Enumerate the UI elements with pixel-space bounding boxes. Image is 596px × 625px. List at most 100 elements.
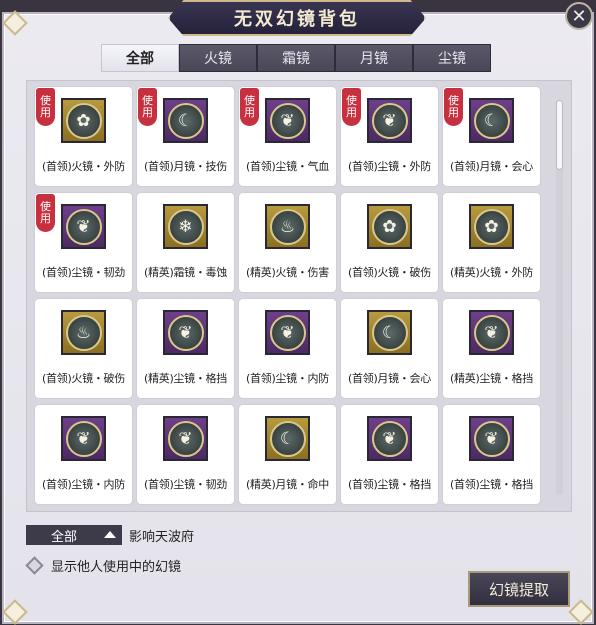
mirror-item-label: (首领)月镜・会心 (348, 372, 431, 385)
mirror-icon-frame: ❦ (265, 310, 310, 355)
mirror-icon-frame: ❦ (61, 204, 106, 249)
mirror-item-card[interactable]: 使用 ❦ (首领)尘镜・气血 (239, 87, 336, 186)
crescent-moon-icon: ☾ (167, 102, 204, 139)
mirror-icon-frame: ☾ (265, 416, 310, 461)
mirror-item-card[interactable]: ❄ (精英)霜镜・毒蚀 (137, 193, 234, 292)
mirror-item-card[interactable]: ✿ (首领)火镜・破伤 (341, 193, 438, 292)
dust-swirl-icon: ❦ (65, 208, 102, 245)
mirror-icon-frame: ❄ (163, 204, 208, 249)
mirror-item-label: (首领)尘镜・外防 (348, 160, 431, 173)
mirror-item-card[interactable]: ❦ (首领)尘镜・韧劲 (137, 405, 234, 504)
tab-1[interactable]: 火镜 (179, 44, 257, 72)
grid-scrollbar[interactable] (556, 100, 563, 495)
mirror-item-label: (精英)尘镜・格挡 (450, 372, 533, 385)
lotus-flame-icon: ✿ (371, 208, 408, 245)
show-others-label: 显示他人使用中的幻镜 (51, 560, 182, 575)
mirror-item-label: (精英)霜镜・毒蚀 (144, 266, 227, 279)
crescent-moon-icon: ☾ (473, 102, 510, 139)
flame-icon: ♨ (65, 314, 102, 351)
dust-swirl-icon: ❦ (167, 420, 204, 457)
mirror-icon-frame: ❦ (469, 416, 514, 461)
diamond-checkbox-icon[interactable] (25, 556, 44, 575)
extract-button-label: 幻镜提取 (488, 580, 549, 599)
flame-icon: ♨ (269, 208, 306, 245)
mirror-item-card[interactable]: ☾ (首领)月镜・会心 (341, 299, 438, 398)
lotus-flame-icon: ✿ (473, 208, 510, 245)
mirror-item-card[interactable]: ❦ (精英)尘镜・格挡 (137, 299, 234, 398)
mirror-icon-frame: ✿ (367, 204, 412, 249)
mirror-icon-frame: ☾ (469, 98, 514, 143)
dust-swirl-icon: ❦ (473, 314, 510, 351)
extract-mirror-button[interactable]: 幻镜提取 (468, 571, 570, 607)
mirror-item-card[interactable]: ☾ (精英)月镜・命中 (239, 405, 336, 504)
mirror-item-label: (首领)火镜・外防 (42, 160, 125, 173)
mirror-item-card[interactable]: ❦ (精英)尘镜・格挡 (443, 299, 540, 398)
mirror-item-label: (精英)火镜・外防 (450, 266, 533, 279)
mirror-icon-frame: ❦ (265, 98, 310, 143)
scroll-thumb[interactable] (556, 100, 563, 170)
dust-swirl-icon: ❦ (269, 314, 306, 351)
dust-swirl-icon: ❦ (371, 420, 408, 457)
mirror-icon-frame: ❦ (163, 416, 208, 461)
close-button[interactable]: ✕ (565, 2, 593, 30)
dust-swirl-icon: ❦ (269, 102, 306, 139)
mirror-item-card[interactable]: ♨ (精英)火镜・伤害 (239, 193, 336, 292)
window-title: 无双幻镜背包 (234, 9, 360, 30)
in-use-badge: 使用 (36, 194, 55, 232)
mirror-item-label: (首领)尘镜・韧劲 (42, 266, 125, 279)
mirror-item-card[interactable]: 使用 ☾ (首领)月镜・技伤 (137, 87, 234, 186)
in-use-badge: 使用 (240, 88, 259, 126)
tab-4[interactable]: 尘镜 (413, 44, 491, 72)
filter-selected-value: 全部 (51, 529, 78, 545)
mirror-icon-frame: ❦ (469, 310, 514, 355)
category-tabs: 全部 火镜 霜镜 月镜 尘镜 (101, 44, 491, 72)
in-use-badge: 使用 (444, 88, 463, 126)
mirror-item-label: (首领)尘镜・内防 (42, 478, 125, 491)
mirror-item-card[interactable]: 使用 ✿ (首领)火镜・外防 (35, 87, 132, 186)
mirror-item-card[interactable]: 使用 ❦ (首领)尘镜・韧劲 (35, 193, 132, 292)
mirror-item-label: (首领)尘镜・内防 (246, 372, 329, 385)
in-use-badge: 使用 (342, 88, 361, 126)
mirror-item-card[interactable]: 使用 ☾ (首领)月镜・会心 (443, 87, 540, 186)
in-use-badge: 使用 (36, 88, 55, 126)
mirror-icon-frame: ♨ (61, 310, 106, 355)
mirror-item-label: (精英)火镜・伤害 (246, 266, 329, 279)
mirror-icon-frame: ❦ (61, 416, 106, 461)
mirror-item-label: (首领)尘镜・格挡 (348, 478, 431, 491)
mirror-icon-frame: ❦ (367, 98, 412, 143)
item-grid: 使用 ✿ (首领)火镜・外防使用 ☾ (首领)月镜・技伤使用 ❦ (首领)尘镜・气血使用 ❦(… (35, 87, 550, 504)
mirror-item-card[interactable]: 使用 ❦ (首领)尘镜・外防 (341, 87, 438, 186)
mirror-item-label: (首领)尘镜・韧劲 (144, 478, 227, 491)
close-icon: ✕ (571, 5, 587, 27)
crescent-moon-icon: ☾ (269, 420, 306, 457)
crescent-moon-icon: ☾ (371, 314, 408, 351)
item-grid-area: 使用 ✿ (首领)火镜・外防使用 ☾ (首领)月镜・技伤使用 ❦ (首领)尘镜・气血使用 ❦(… (26, 80, 572, 512)
mirror-icon-frame: ✿ (469, 204, 514, 249)
mirror-item-card[interactable]: ❦ (首领)尘镜・内防 (239, 299, 336, 398)
mirror-icon-frame: ❦ (163, 310, 208, 355)
show-others-toggle[interactable]: 显示他人使用中的幻镜 (25, 556, 182, 575)
mirror-item-label: (首领)火镜・破伤 (42, 372, 125, 385)
mirror-item-card[interactable]: ✿ (精英)火镜・外防 (443, 193, 540, 292)
filter-select[interactable]: 全部 (26, 525, 122, 545)
filter-description: 影响天波府 (129, 530, 195, 545)
in-use-badge: 使用 (138, 88, 157, 126)
mirror-item-card[interactable]: ❦ (首领)尘镜・内防 (35, 405, 132, 504)
tab-2[interactable]: 霜镜 (257, 44, 335, 72)
tab-0[interactable]: 全部 (101, 44, 179, 72)
mirror-icon-frame: ♨ (265, 204, 310, 249)
mirror-icon-frame: ✿ (61, 98, 106, 143)
dust-swirl-icon: ❦ (65, 420, 102, 457)
mirror-item-label: (首领)尘镜・格挡 (450, 478, 533, 491)
mirror-icon-frame: ☾ (367, 310, 412, 355)
triangle-up-icon (104, 531, 116, 538)
mirror-icon-frame: ❦ (367, 416, 412, 461)
dust-swirl-icon: ❦ (473, 420, 510, 457)
tab-3[interactable]: 月镜 (335, 44, 413, 72)
mirror-item-label: (首领)火镜・破伤 (348, 266, 431, 279)
mirror-icon-frame: ☾ (163, 98, 208, 143)
mirror-item-label: (精英)月镜・命中 (246, 478, 329, 491)
mirror-item-card[interactable]: ❦ (首领)尘镜・格挡 (341, 405, 438, 504)
mirror-item-card[interactable]: ❦ (首领)尘镜・格挡 (443, 405, 540, 504)
mirror-item-card[interactable]: ♨ (首领)火镜・破伤 (35, 299, 132, 398)
